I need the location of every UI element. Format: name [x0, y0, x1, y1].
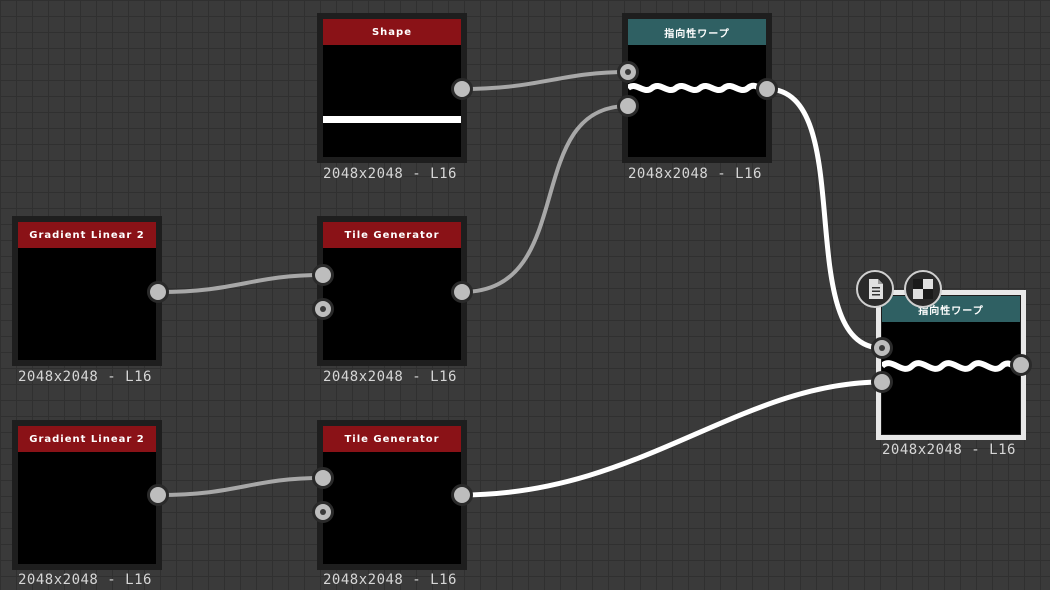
node-resolution: 2048x2048 - L16: [18, 572, 152, 588]
node-thumbnail: [628, 45, 766, 157]
node-directional-warp-selected[interactable]: 指向性ワープ: [876, 290, 1026, 440]
node-tile-generator[interactable]: Tile Generator: [317, 216, 467, 366]
node-resolution: 2048x2048 - L16: [323, 369, 457, 385]
node-resolution: 2048x2048 - L16: [323, 572, 457, 588]
node-resolution: 2048x2048 - L16: [882, 442, 1016, 458]
input-port[interactable]: [312, 501, 334, 523]
input-port[interactable]: [312, 298, 334, 320]
node-tile-generator[interactable]: Tile Generator: [317, 420, 467, 570]
wire-tile2-to-warp2[interactable]: [461, 379, 883, 498]
node-thumbnail: [323, 452, 461, 564]
document-icon[interactable]: [856, 270, 894, 308]
output-port[interactable]: [451, 78, 473, 100]
node-thumbnail: [323, 45, 461, 157]
input-port[interactable]: [312, 264, 334, 286]
input-port[interactable]: [871, 371, 893, 393]
node-thumbnail: [323, 248, 461, 360]
wire-tile1-to-warp1[interactable]: [461, 104, 629, 294]
output-port[interactable]: [451, 281, 473, 303]
output-port[interactable]: [451, 484, 473, 506]
node-title: Gradient Linear 2: [18, 222, 156, 248]
input-port[interactable]: [871, 337, 893, 359]
wire-shape-to-warp1[interactable]: [461, 70, 629, 91]
output-port[interactable]: [147, 484, 169, 506]
node-title: Tile Generator: [323, 426, 461, 452]
input-port[interactable]: [617, 61, 639, 83]
input-port[interactable]: [617, 95, 639, 117]
node-title: Shape: [323, 19, 461, 45]
node-thumbnail: [18, 452, 156, 564]
wire-warp1-to-warp2[interactable]: [766, 86, 883, 351]
wire-grad2-to-tile2[interactable]: [157, 476, 324, 497]
node-thumbnail: [882, 322, 1020, 434]
node-title: 指向性ワープ: [882, 296, 1020, 322]
output-port[interactable]: [1010, 354, 1032, 376]
node-resolution: 2048x2048 - L16: [628, 166, 762, 182]
node-resolution: 2048x2048 - L16: [18, 369, 152, 385]
node-thumbnail: [18, 248, 156, 360]
node-gradient-linear[interactable]: Gradient Linear 2: [12, 420, 162, 570]
wire-grad1-to-tile1[interactable]: [157, 273, 324, 294]
node-title: Tile Generator: [323, 222, 461, 248]
node-title: 指向性ワープ: [628, 19, 766, 45]
output-port[interactable]: [756, 78, 778, 100]
node-title: Gradient Linear 2: [18, 426, 156, 452]
checker-icon[interactable]: [904, 270, 942, 308]
input-port[interactable]: [312, 467, 334, 489]
node-shape[interactable]: Shape: [317, 13, 467, 163]
node-directional-warp[interactable]: 指向性ワープ: [622, 13, 772, 163]
node-resolution: 2048x2048 - L16: [323, 166, 457, 182]
node-gradient-linear[interactable]: Gradient Linear 2: [12, 216, 162, 366]
output-port[interactable]: [147, 281, 169, 303]
